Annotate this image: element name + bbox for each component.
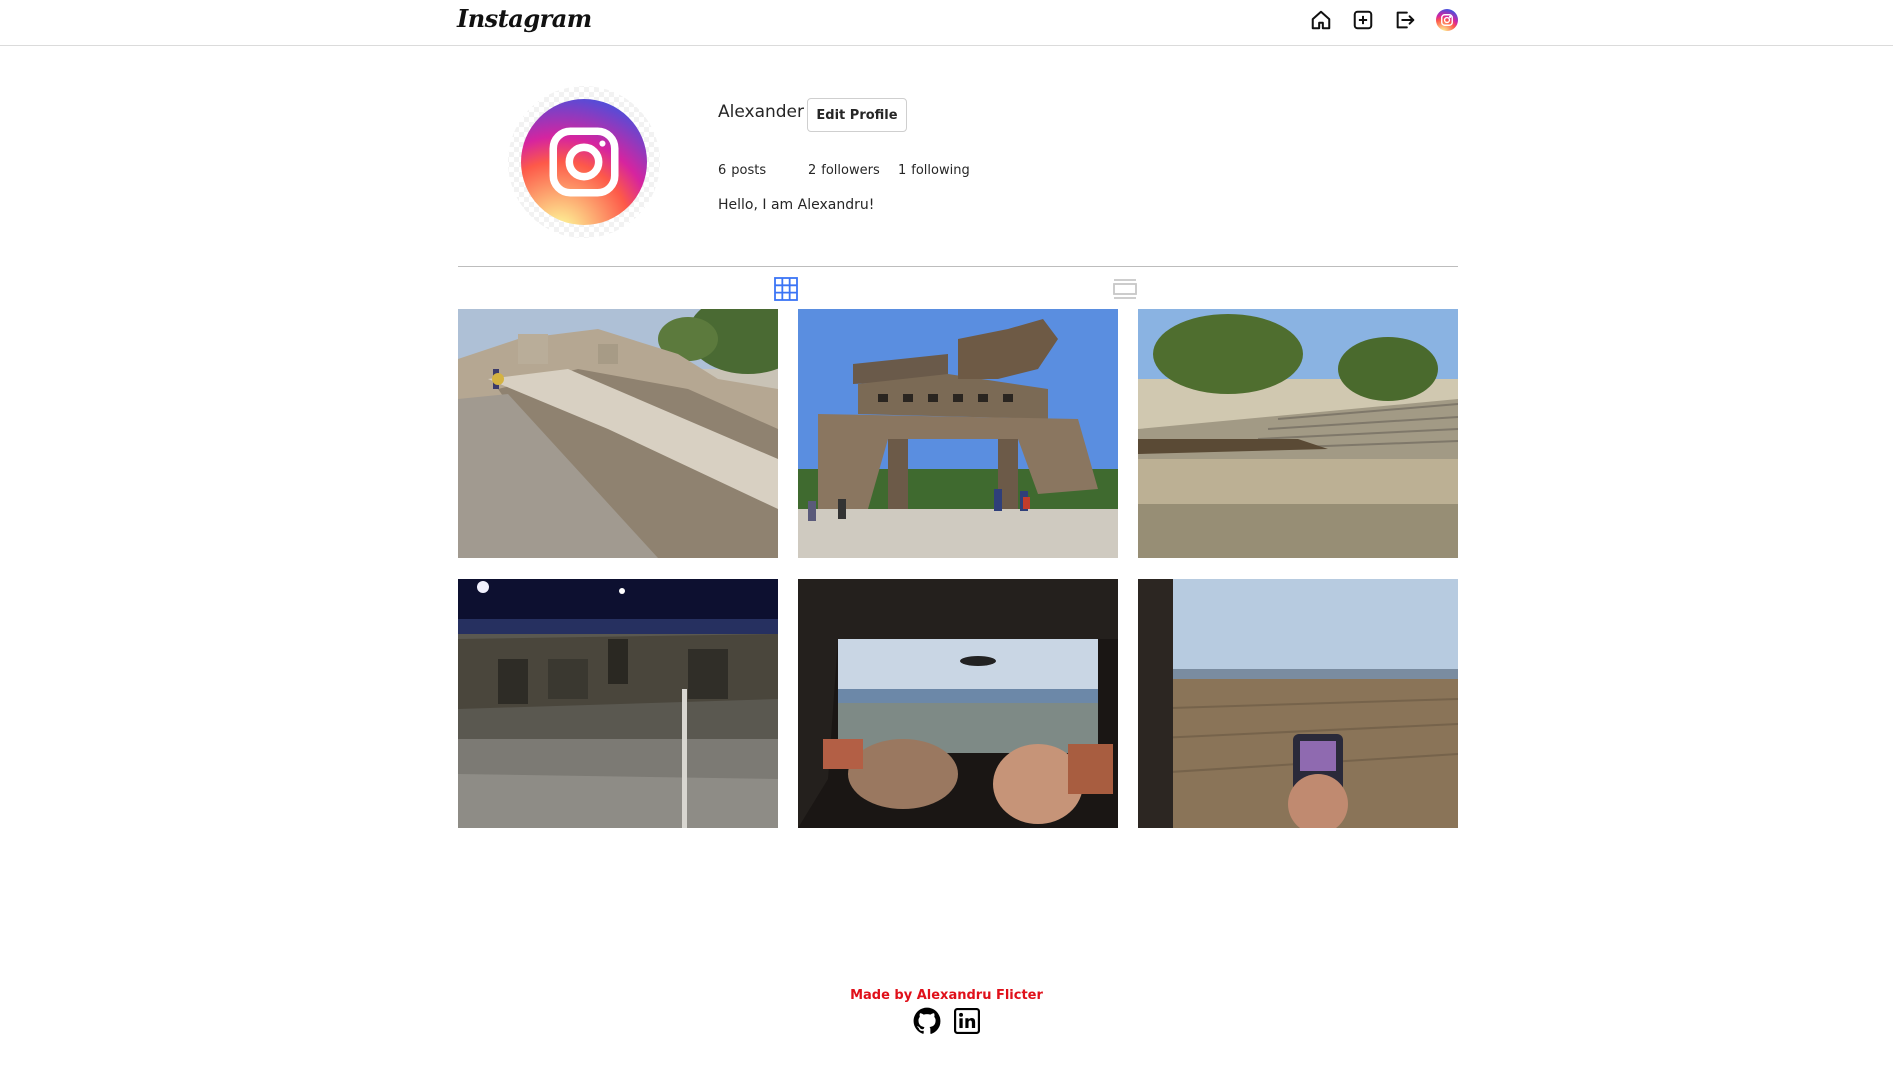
following-count: 1 <box>898 163 907 178</box>
post-thumbnail[interactable] <box>458 579 778 828</box>
posts-grid <box>458 309 1458 828</box>
home-icon[interactable] <box>1308 7 1334 33</box>
posts-stat: 6 posts <box>718 163 808 178</box>
footer-links <box>0 1007 1893 1035</box>
instagram-logo-avatar <box>521 99 647 225</box>
logout-icon[interactable] <box>1392 7 1418 33</box>
profile-picture[interactable] <box>508 86 660 238</box>
instagram-logo[interactable]: Instagram <box>457 4 592 33</box>
nav-icons <box>1308 7 1460 33</box>
footer: Made by Alexandru Flicter <box>0 988 1893 1035</box>
followers-label: followers <box>821 163 880 178</box>
profile-bio: Hello, I am Alexandru! <box>718 197 875 213</box>
post-thumbnail[interactable] <box>1138 309 1458 558</box>
profile-view-tabs <box>458 266 1458 309</box>
grid-view-icon[interactable] <box>772 275 800 303</box>
profile-username: Alexander <box>718 102 805 122</box>
top-navbar: Instagram <box>0 0 1893 46</box>
post-thumbnail[interactable] <box>798 309 1118 558</box>
followers-count: 2 <box>808 163 817 178</box>
following-stat[interactable]: 1 following <box>898 163 970 178</box>
edit-profile-button[interactable]: Edit Profile <box>807 98 907 132</box>
profile-stats: 6 posts 2 followers 1 following <box>718 163 970 178</box>
post-thumbnail[interactable] <box>1138 579 1458 828</box>
linkedin-icon[interactable] <box>953 1007 981 1035</box>
feed-view-icon[interactable] <box>1111 275 1139 303</box>
followers-stat[interactable]: 2 followers <box>808 163 898 178</box>
following-label: following <box>911 163 970 178</box>
posts-count: 6 <box>718 163 727 178</box>
posts-label: posts <box>731 163 767 178</box>
footer-credit: Made by Alexandru Flicter <box>850 988 1043 1003</box>
post-thumbnail[interactable] <box>458 309 778 558</box>
new-post-icon[interactable] <box>1350 7 1376 33</box>
post-thumbnail[interactable] <box>798 579 1118 828</box>
github-icon[interactable] <box>913 1007 941 1035</box>
profile-avatar-icon[interactable] <box>1434 7 1460 33</box>
